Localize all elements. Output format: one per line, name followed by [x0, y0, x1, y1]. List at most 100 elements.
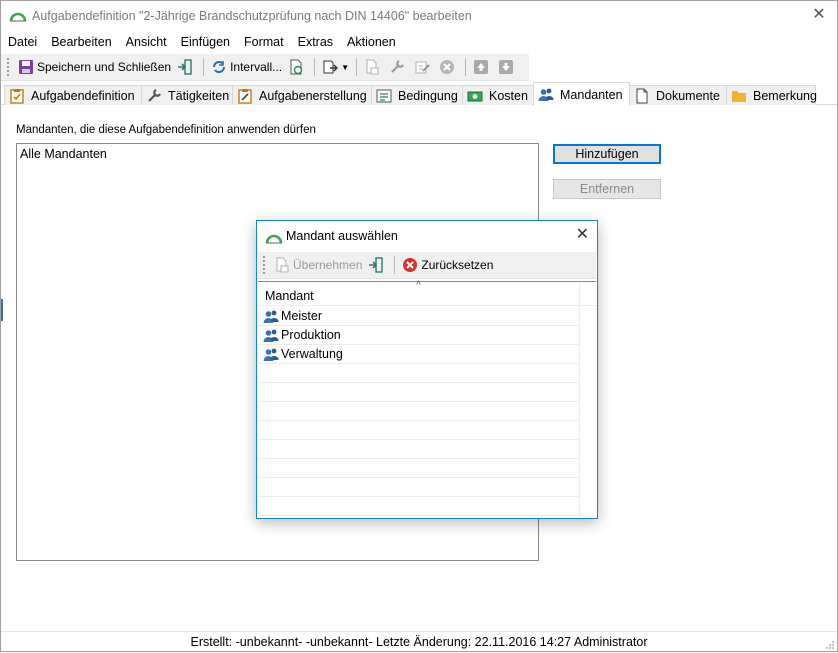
mandant-select-dialog: Mandant auswählen ✕ Übernehmen Zurückset… — [256, 220, 598, 519]
folder-note-icon — [731, 88, 747, 104]
users-icon — [263, 328, 279, 342]
apply-button[interactable]: Übernehmen — [271, 254, 365, 276]
app-logo-icon — [9, 12, 27, 22]
copy-document-icon — [364, 59, 380, 75]
grid-header[interactable]: ^ Mandant — [258, 280, 596, 306]
reset-button[interactable]: Zurücksetzen — [399, 254, 496, 276]
exit-door-icon — [177, 59, 193, 75]
export-dropdown-button[interactable]: ▼ — [319, 56, 352, 78]
delete-button[interactable] — [436, 56, 461, 78]
arrow-up-icon — [473, 59, 489, 75]
tab-kosten[interactable]: Kosten — [462, 85, 534, 105]
sort-ascending-icon: ^ — [416, 280, 421, 291]
exit-door-icon — [368, 257, 384, 273]
money-icon — [467, 88, 483, 104]
dialog-title: Mandant auswählen — [286, 229, 398, 243]
close-button[interactable] — [174, 56, 199, 78]
apply-document-icon — [274, 257, 290, 273]
window-title: Aufgabendefinition "2-Jährige Brandschut… — [32, 9, 472, 23]
apply-label: Übernehmen — [293, 258, 363, 272]
tab-label: Aufgabenerstellung — [259, 88, 367, 103]
tab-label: Kosten — [489, 88, 528, 103]
tools-button[interactable] — [386, 56, 411, 78]
users-icon — [538, 87, 554, 103]
tab-label: Tätigkeiten — [168, 88, 230, 103]
row-label: Produktion — [281, 328, 341, 342]
list-item[interactable]: Alle Mandanten — [20, 147, 107, 161]
title-bar: Aufgabendefinition "2-Jährige Brandschut… — [1, 1, 837, 32]
menu-einfuegen[interactable]: Einfügen — [181, 35, 230, 49]
tab-label: Mandanten — [560, 87, 623, 102]
menu-extras[interactable]: Extras — [298, 35, 333, 49]
table-row[interactable]: Verwaltung — [258, 345, 579, 364]
dialog-exit-button[interactable] — [365, 254, 390, 276]
empty-row — [258, 459, 579, 478]
resize-grip-icon[interactable] — [825, 640, 835, 650]
edit-list-button[interactable] — [411, 56, 436, 78]
menu-datei[interactable]: Datei — [8, 35, 37, 49]
empty-row — [258, 402, 579, 421]
cancel-circle-icon — [439, 59, 455, 75]
reset-label: Zurücksetzen — [421, 258, 494, 272]
row-label: Meister — [281, 309, 322, 323]
grid-column-divider — [579, 282, 580, 518]
empty-row — [258, 383, 579, 402]
tab-taetigkeiten[interactable]: Tätigkeiten — [141, 85, 233, 105]
table-row[interactable]: Meister — [258, 307, 579, 326]
dialog-close-button[interactable]: ✕ — [576, 227, 589, 243]
tab-dokumente[interactable]: Dokumente — [629, 85, 727, 105]
chevron-down-icon: ▼ — [341, 62, 350, 72]
document-icon — [634, 88, 650, 104]
move-up-button[interactable] — [470, 56, 495, 78]
document-refresh-icon — [288, 59, 304, 75]
copy-button[interactable] — [361, 56, 386, 78]
menu-ansicht[interactable]: Ansicht — [126, 35, 167, 49]
remove-button[interactable]: Entfernen — [553, 179, 661, 199]
link-document-button[interactable] — [285, 56, 310, 78]
clipboard-edit-icon — [237, 88, 253, 104]
menu-aktionen[interactable]: Aktionen — [347, 35, 396, 49]
refresh-icon — [211, 59, 227, 75]
interval-button[interactable]: Intervall... — [208, 56, 285, 78]
edit-list-icon — [414, 59, 430, 75]
column-header-mandant[interactable]: Mandant — [265, 289, 314, 303]
tab-label: Dokumente — [656, 88, 720, 103]
toolbar-separator — [394, 256, 396, 274]
toolbar-grip[interactable] — [263, 256, 265, 274]
empty-row — [258, 364, 579, 383]
save-and-close-label: Speichern und Schließen — [37, 60, 172, 74]
users-icon — [263, 347, 279, 361]
menu-bearbeiten[interactable]: Bearbeiten — [51, 35, 111, 49]
toolbar-separator — [465, 58, 467, 76]
move-down-button[interactable] — [495, 56, 520, 78]
window-close-button[interactable]: ✕ — [811, 7, 827, 23]
save-icon — [18, 59, 34, 75]
toolbar-separator — [314, 58, 316, 76]
save-and-close-button[interactable]: Speichern und Schließen — [15, 56, 174, 78]
main-window: Aufgabendefinition "2-Jährige Brandschut… — [0, 0, 838, 652]
menu-bar: Datei Bearbeiten Ansicht Einfügen Format… — [1, 32, 837, 52]
wrench-icon — [146, 88, 162, 104]
mandant-grid[interactable]: ^ Mandant Meister Produktion Verwaltung — [258, 280, 596, 518]
tab-aufgabenerstellung[interactable]: Aufgabenerstellung — [232, 85, 372, 105]
tab-label: Bemerkung — [753, 88, 817, 103]
menu-format[interactable]: Format — [244, 35, 284, 49]
add-button[interactable]: Hinzufügen — [553, 144, 661, 164]
window-edge-mark — [1, 299, 3, 321]
condition-icon — [376, 88, 392, 104]
tab-bemerkung[interactable]: Bemerkung — [726, 85, 817, 105]
empty-row — [258, 497, 579, 516]
export-document-icon — [322, 59, 339, 75]
main-toolbar: Speichern und Schließen Intervall... ▼ — [1, 54, 529, 81]
tab-label: Aufgabendefinition — [31, 88, 135, 103]
tab-bedingung[interactable]: Bedingung — [371, 85, 463, 105]
toolbar-grip[interactable] — [7, 58, 9, 76]
tab-label: Bedingung — [398, 88, 458, 103]
tab-mandanten[interactable]: Mandanten — [533, 82, 630, 106]
table-row[interactable]: Produktion — [258, 326, 579, 345]
wrench-icon — [389, 59, 405, 75]
arrow-down-icon — [498, 59, 514, 75]
toolbar-separator — [356, 58, 358, 76]
app-logo-icon — [265, 234, 283, 244]
tab-aufgabendefinition[interactable]: Aufgabendefinition — [4, 85, 142, 105]
